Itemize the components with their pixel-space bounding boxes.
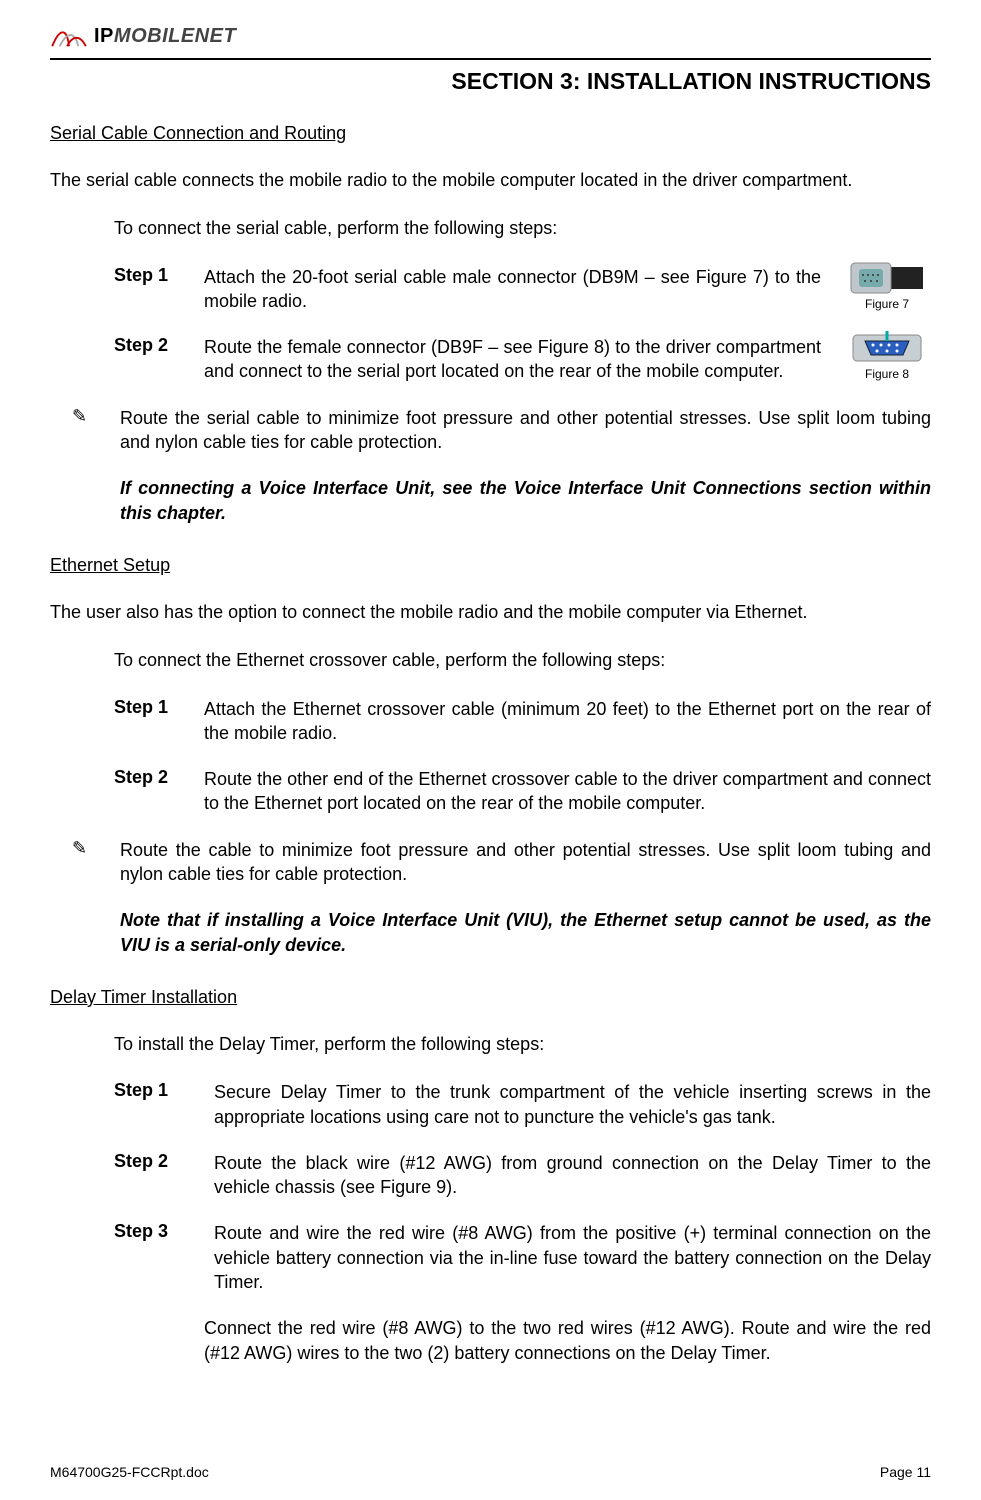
serial-note: ✎ Route the serial cable to minimize foo…	[72, 406, 931, 525]
ethernet-lead: To connect the Ethernet crossover cable,…	[114, 648, 931, 672]
step-label: Step 1	[114, 1080, 214, 1129]
serial-step-1: Step 1 Attach the 20-foot serial cable m…	[114, 265, 931, 314]
db9m-connector-icon	[847, 261, 927, 295]
footer-page-number: Page 11	[880, 1464, 931, 1480]
logo-mobilenet: MOBILENET	[114, 25, 236, 47]
figure-7: Figure 7	[839, 261, 935, 311]
pencil-icon: ✎	[72, 838, 120, 957]
step-text: Route and wire the red wire (#8 AWG) fro…	[214, 1221, 931, 1294]
delay-step-1: Step 1 Secure Delay Timer to the trunk c…	[114, 1080, 931, 1129]
pencil-icon: ✎	[72, 406, 120, 525]
step-label: Step 3	[114, 1221, 214, 1294]
delay-heading: Delay Timer Installation	[50, 987, 931, 1008]
delay-step-3: Step 3 Route and wire the red wire (#8 A…	[114, 1221, 931, 1294]
step-text: Attach the Ethernet crossover cable (min…	[204, 697, 931, 746]
step-label: Step 2	[114, 1151, 214, 1200]
ethernet-step-1: Step 1 Attach the Ethernet crossover cab…	[114, 697, 931, 746]
step-label: Step 1	[114, 265, 204, 314]
delay-step-3-cont: Connect the red wire (#8 AWG) to the two…	[114, 1316, 931, 1365]
step-text: Route the female connector (DB9F – see F…	[204, 335, 821, 384]
delay-step-2: Step 2 Route the black wire (#12 AWG) fr…	[114, 1151, 931, 1200]
note-text: Route the serial cable to minimize foot …	[120, 406, 931, 525]
serial-note-text: Route the serial cable to minimize foot …	[120, 408, 931, 452]
serial-emphasis: If connecting a Voice Interface Unit, se…	[120, 476, 931, 525]
page-footer: M64700G25-FCCRpt.doc Page 11	[50, 1464, 931, 1480]
logo-ip: IP	[94, 25, 114, 47]
delay-lead: To install the Delay Timer, perform the …	[114, 1032, 931, 1056]
step-text: Attach the 20-foot serial cable male con…	[204, 265, 821, 314]
ethernet-emphasis: Note that if installing a Voice Interfac…	[120, 908, 931, 957]
step-text: Secure Delay Timer to the trunk compartm…	[214, 1080, 931, 1129]
logo-mark-icon	[50, 22, 88, 50]
header-divider	[50, 58, 931, 60]
serial-intro: The serial cable connects the mobile rad…	[50, 168, 931, 192]
ethernet-note: ✎ Route the cable to minimize foot press…	[72, 838, 931, 957]
ethernet-intro: The user also has the option to connect …	[50, 600, 931, 624]
db9f-connector-icon	[847, 331, 927, 365]
ethernet-note-text: Route the cable to minimize foot pressur…	[120, 840, 931, 884]
serial-lead: To connect the serial cable, perform the…	[114, 216, 931, 240]
figure-8-label: Figure 8	[865, 367, 909, 381]
figure-8: Figure 8	[839, 331, 935, 381]
serial-heading: Serial Cable Connection and Routing	[50, 123, 931, 144]
step-text: Route the black wire (#12 AWG) from grou…	[214, 1151, 931, 1200]
step-label: Step 2	[114, 335, 204, 384]
serial-step-2: Step 2 Route the female connector (DB9F …	[114, 335, 931, 384]
step-text: Connect the red wire (#8 AWG) to the two…	[204, 1316, 931, 1365]
logo-text: IPMOBILENET	[94, 25, 236, 48]
section-title: SECTION 3: INSTALLATION INSTRUCTIONS	[50, 68, 931, 95]
figure-7-label: Figure 7	[865, 297, 909, 311]
step-label: Step 2	[114, 767, 204, 816]
step-label-empty	[114, 1316, 204, 1365]
step-label: Step 1	[114, 697, 204, 746]
step-text: Route the other end of the Ethernet cros…	[204, 767, 931, 816]
note-text: Route the cable to minimize foot pressur…	[120, 838, 931, 957]
brand-logo: IPMOBILENET	[50, 20, 931, 52]
ethernet-heading: Ethernet Setup	[50, 555, 931, 576]
footer-doc-id: M64700G25-FCCRpt.doc	[50, 1464, 209, 1480]
ethernet-step-2: Step 2 Route the other end of the Ethern…	[114, 767, 931, 816]
